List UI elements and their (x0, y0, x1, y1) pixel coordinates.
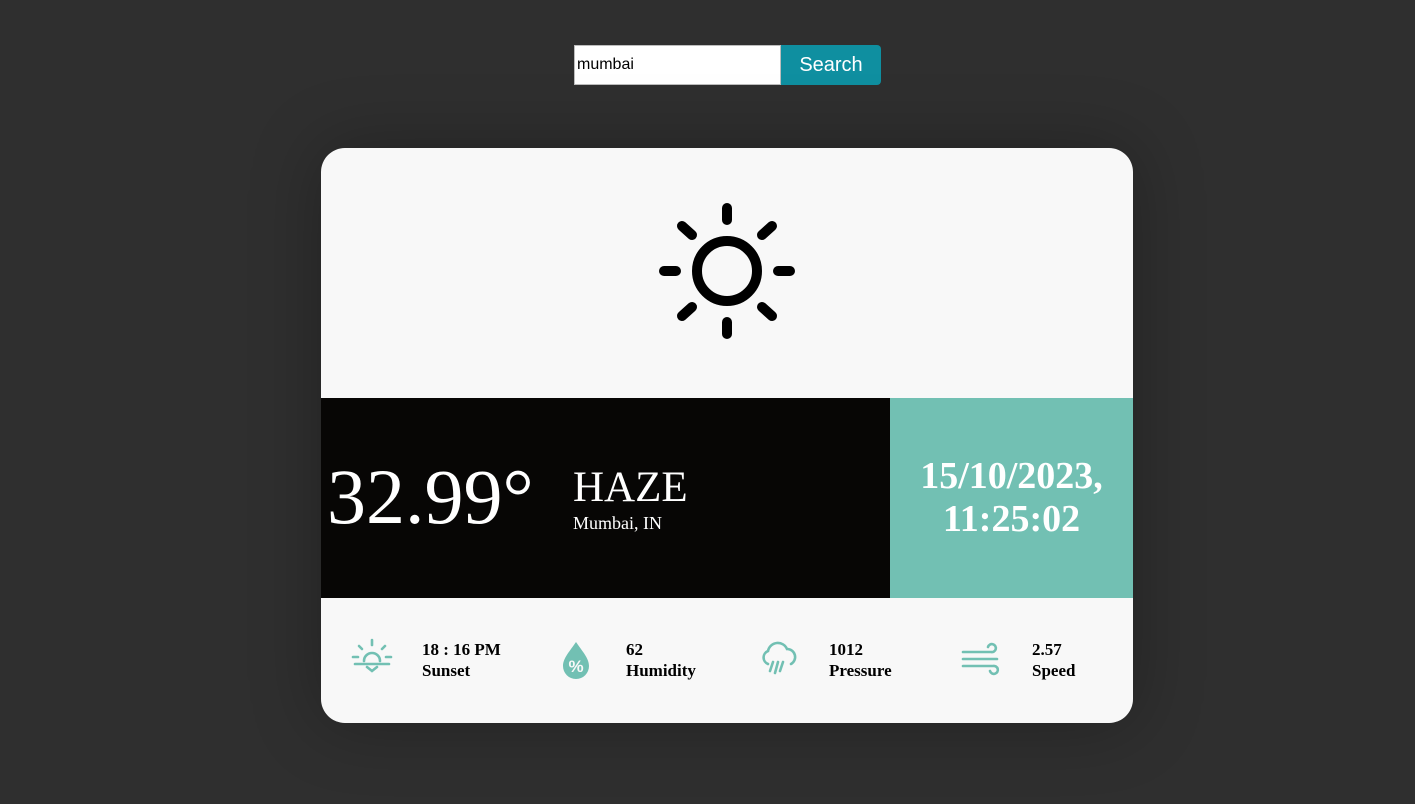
sunset-label: Sunset (422, 661, 471, 680)
search-button[interactable]: Search (781, 45, 881, 85)
time: 11:25:02 (942, 498, 1081, 540)
sun-icon (659, 203, 795, 339)
wind-speed-value: 2.57 (1032, 640, 1062, 659)
search-bar: Search (574, 45, 881, 85)
sunset-value: 18 : 16 PM (422, 640, 501, 659)
pressure-value: 1012 (829, 640, 863, 659)
temperature: 32.99° (327, 453, 534, 540)
pressure-label: Pressure (829, 661, 892, 680)
weather-card: 32.99° HAZE Mumbai, IN 15/10/2023, 11:25… (321, 148, 1133, 723)
wind-icon (961, 642, 1000, 676)
datetime-panel: 15/10/2023, 11:25:02 (890, 398, 1133, 598)
current-weather-panel: 32.99° HAZE Mumbai, IN (321, 398, 890, 598)
rain-cloud-icon (762, 641, 797, 675)
sunset-icon (351, 638, 393, 673)
wind-speed-label: Speed (1032, 661, 1076, 680)
date: 15/10/2023, (920, 455, 1103, 497)
search-input[interactable] (574, 45, 781, 85)
location: Mumbai, IN (573, 513, 662, 533)
weather-summary: 32.99° HAZE Mumbai, IN 15/10/2023, 11:25… (321, 398, 1133, 598)
humidity-value: 62 (626, 640, 643, 659)
humidity-icon: % (563, 642, 589, 679)
weather-icon-area (321, 148, 1133, 398)
humidity-label: Humidity (626, 661, 696, 680)
weather-condition: HAZE (573, 464, 688, 511)
weather-stats: 18 : 16 PM Sunset % 62 Humidity 1012 Pre… (321, 598, 1133, 723)
svg-text:%: % (568, 657, 583, 676)
